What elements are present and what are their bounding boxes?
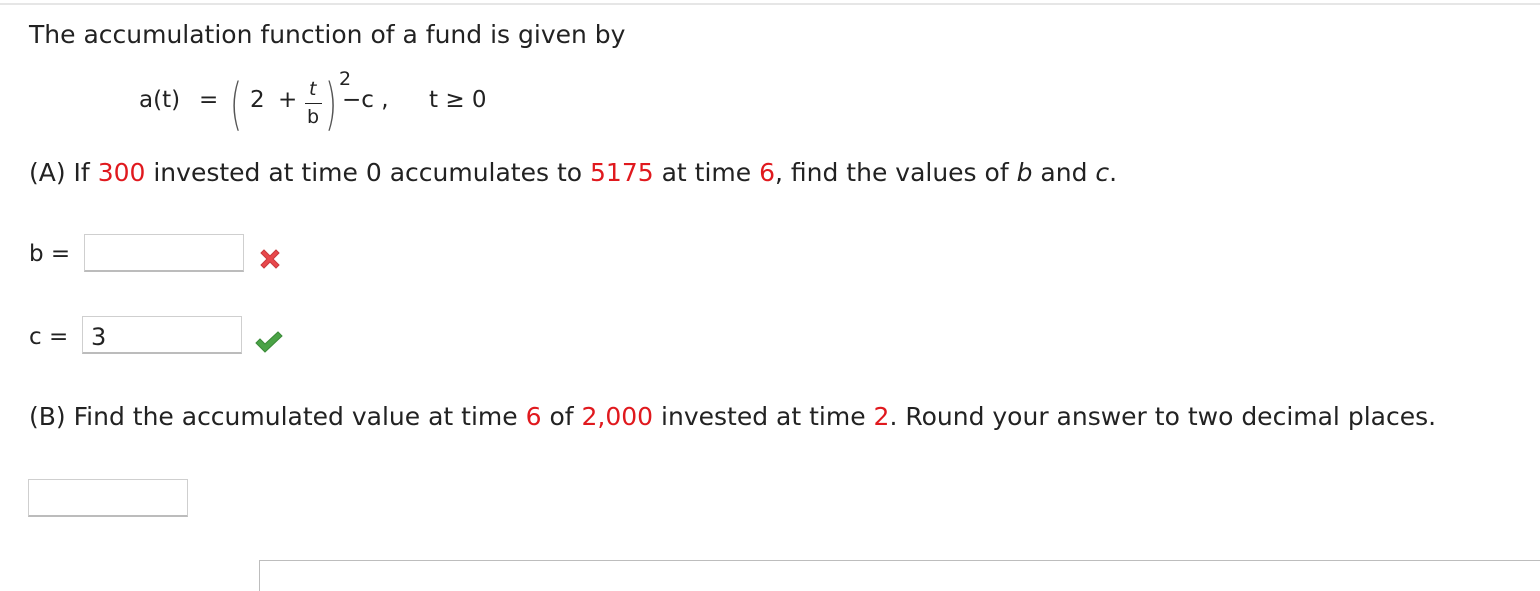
amount-300: 300 [97, 158, 146, 187]
time-6-b: 6 [525, 402, 542, 431]
time-2: 2 [873, 402, 890, 431]
formula-minus-c: −c , [342, 87, 389, 113]
formula-equals: = [199, 87, 219, 113]
c-input[interactable]: 3 [82, 316, 242, 354]
top-divider [0, 3, 1540, 5]
accumulation-formula: a(t) = ( 2 + t b ) 2 −c , t ≥ 0 [139, 68, 559, 140]
formula-fraction-numerator: t [309, 78, 317, 100]
formula-condition: t ≥ 0 [429, 87, 487, 113]
part-a-question: (A) If 300 invested at time 0 accumulate… [29, 158, 1118, 187]
formula-fraction-denominator: b [307, 106, 320, 128]
b-input[interactable] [84, 234, 244, 272]
formula-fraction-bar [305, 103, 322, 104]
amount-2000: 2,000 [581, 402, 654, 431]
formula-two: 2 [250, 87, 265, 113]
b-label: b = [29, 241, 71, 267]
check-mark-icon [255, 331, 283, 353]
intro-text: The accumulation function of a fund is g… [29, 20, 626, 49]
formula-right-paren: ) [325, 72, 338, 137]
formula-plus: + [278, 87, 298, 113]
c-label: c = [29, 324, 69, 350]
formula-left-paren: ( [230, 72, 243, 137]
time-6: 6 [759, 158, 775, 187]
amount-5175: 5175 [590, 158, 654, 187]
formula-lhs: a(t) [139, 87, 181, 113]
part-b-question: (B) Find the accumulated value at time 6… [29, 402, 1437, 431]
x-mark-icon [260, 249, 280, 269]
part-b-answer-input[interactable] [28, 479, 188, 517]
